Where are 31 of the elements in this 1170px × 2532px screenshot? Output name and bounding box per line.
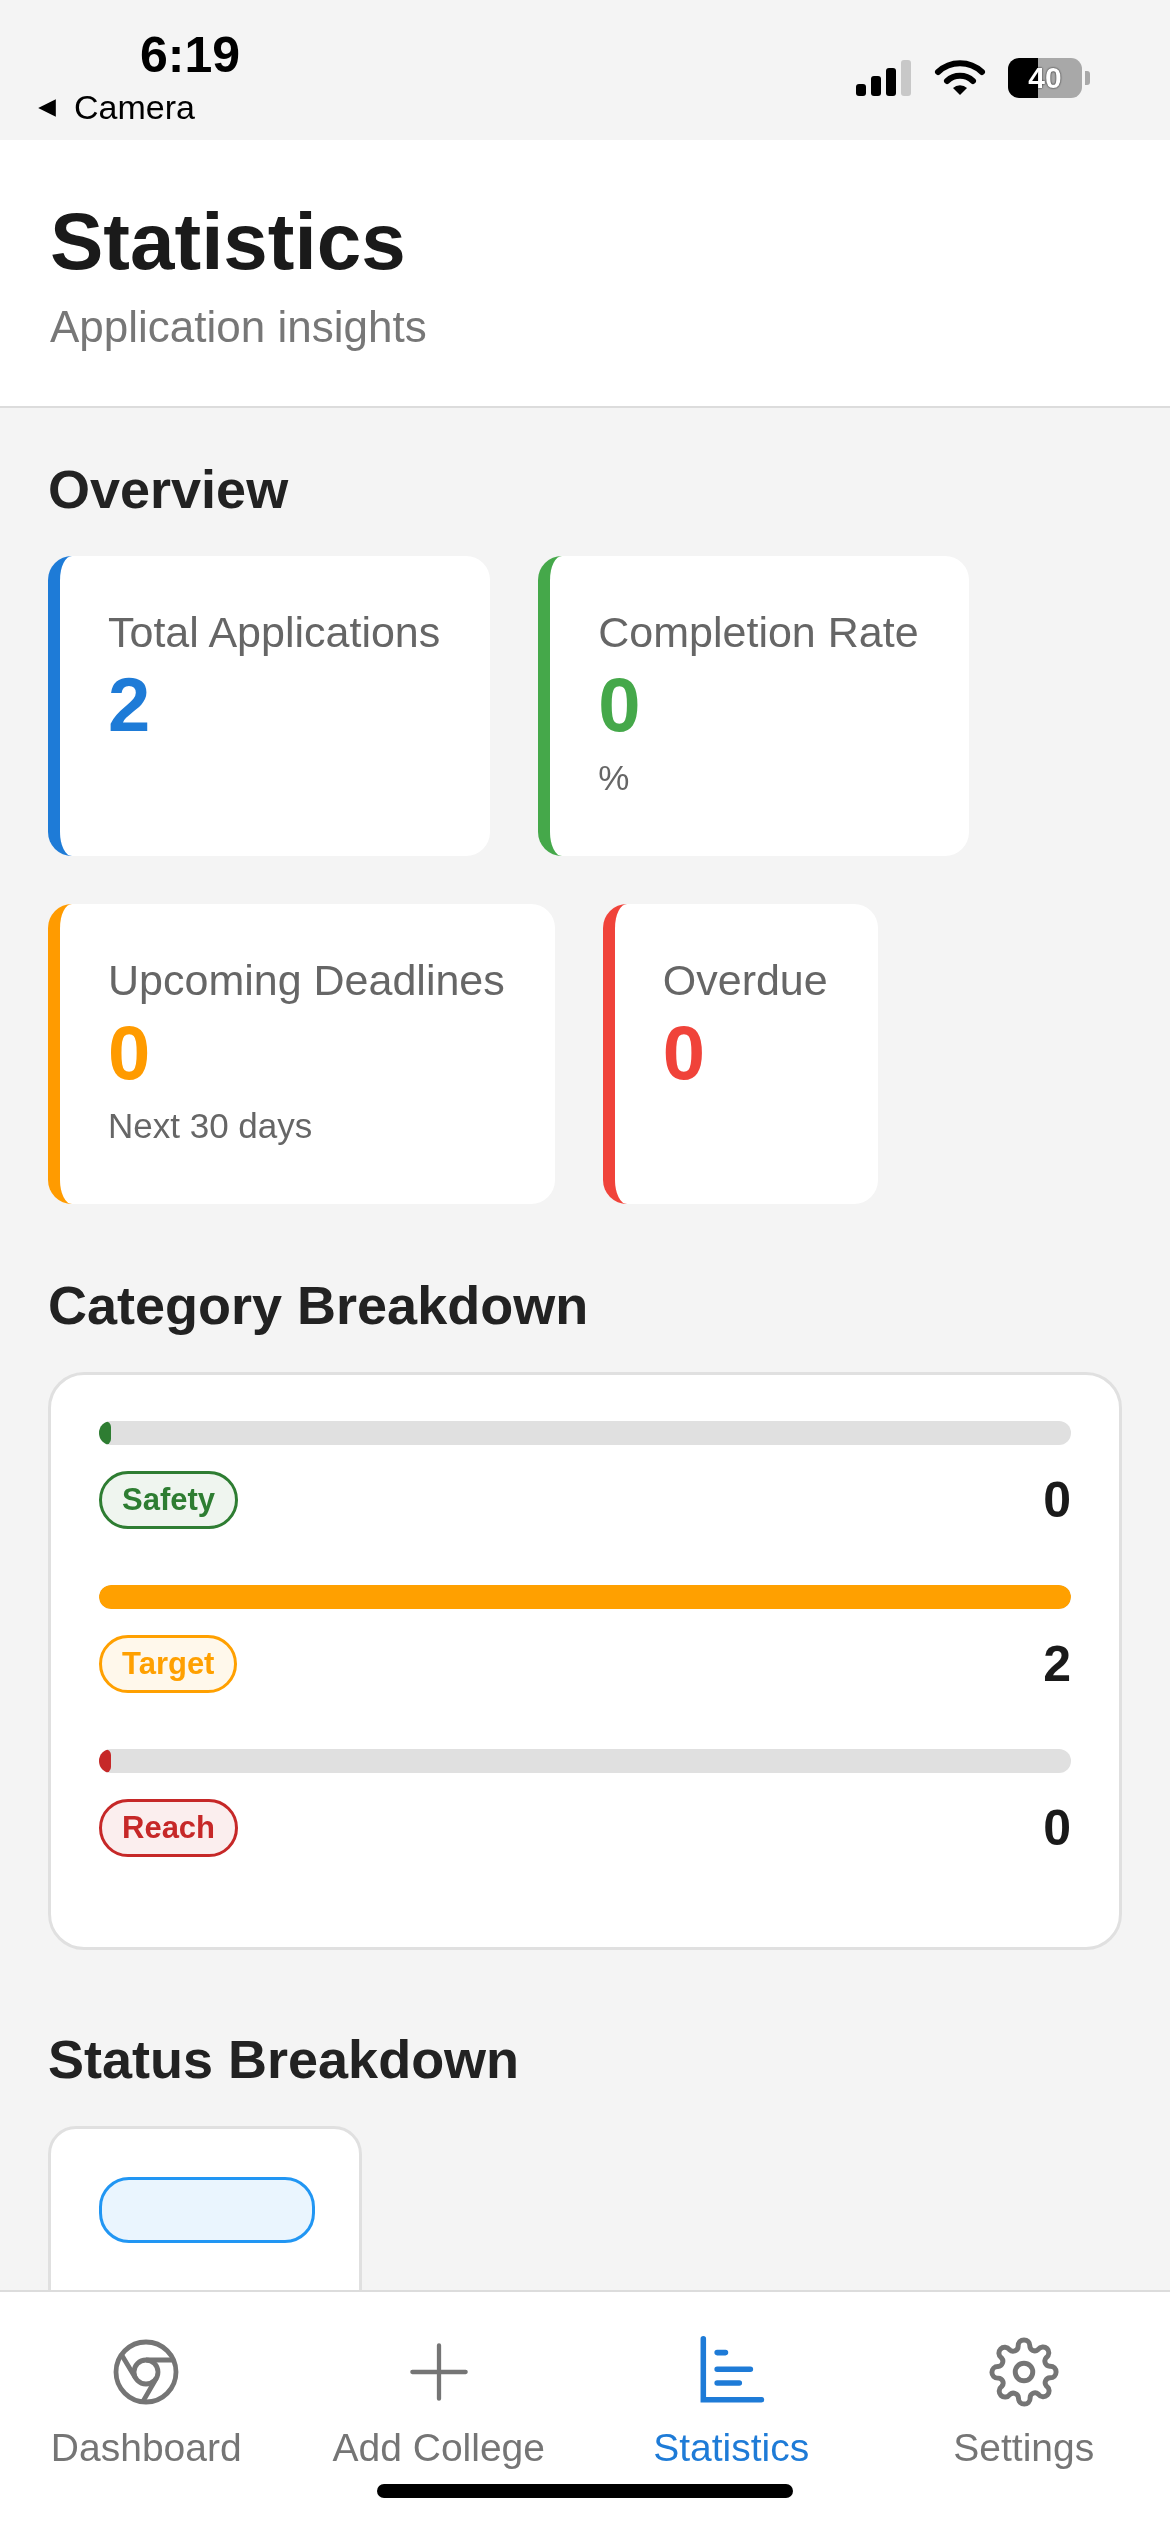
page-subtitle: Application insights: [50, 302, 428, 352]
stat-label: Overdue: [662, 956, 828, 1005]
tab-item[interactable]: Dashboard: [6, 2336, 287, 2470]
category-tag: Reach: [99, 1799, 239, 1857]
tab-item[interactable]: Statistics: [591, 2336, 872, 2470]
section-title: Status Breakdown: [48, 2028, 521, 2090]
back-icon[interactable]: [36, 96, 58, 119]
tab-item[interactable]: Settings: [883, 2336, 1164, 2470]
settings-icon: [988, 2336, 1059, 2408]
section-title: Category Breakdown: [48, 1274, 590, 1336]
stat-value: 0: [598, 661, 642, 748]
stat-label: Completion Rate: [598, 608, 919, 657]
category-count: 0: [1043, 1471, 1071, 1529]
tab-item[interactable]: Add College: [298, 2336, 579, 2470]
page-title: Statistics: [50, 196, 407, 288]
section-title: Overview: [48, 458, 290, 520]
stat-label: Upcoming Deadlines: [108, 956, 505, 1005]
stat-note: %: [598, 758, 631, 798]
stat-label: Total Applications: [108, 608, 441, 657]
category-tag: Safety: [99, 1471, 239, 1529]
wifi-icon: [934, 59, 986, 97]
back-link[interactable]: Camera: [74, 88, 195, 127]
stat-value: 2: [108, 661, 152, 748]
signal-icon: [856, 60, 912, 96]
stat-value: 0: [108, 1009, 152, 1096]
category-count: 2: [1043, 1635, 1071, 1693]
category-tag: Target: [99, 1635, 238, 1693]
status-time: 6:19: [140, 26, 241, 84]
category-count: 0: [1043, 1799, 1071, 1857]
stat-value: 0: [662, 1009, 707, 1096]
stat-note: Next 30 days: [108, 1106, 314, 1146]
